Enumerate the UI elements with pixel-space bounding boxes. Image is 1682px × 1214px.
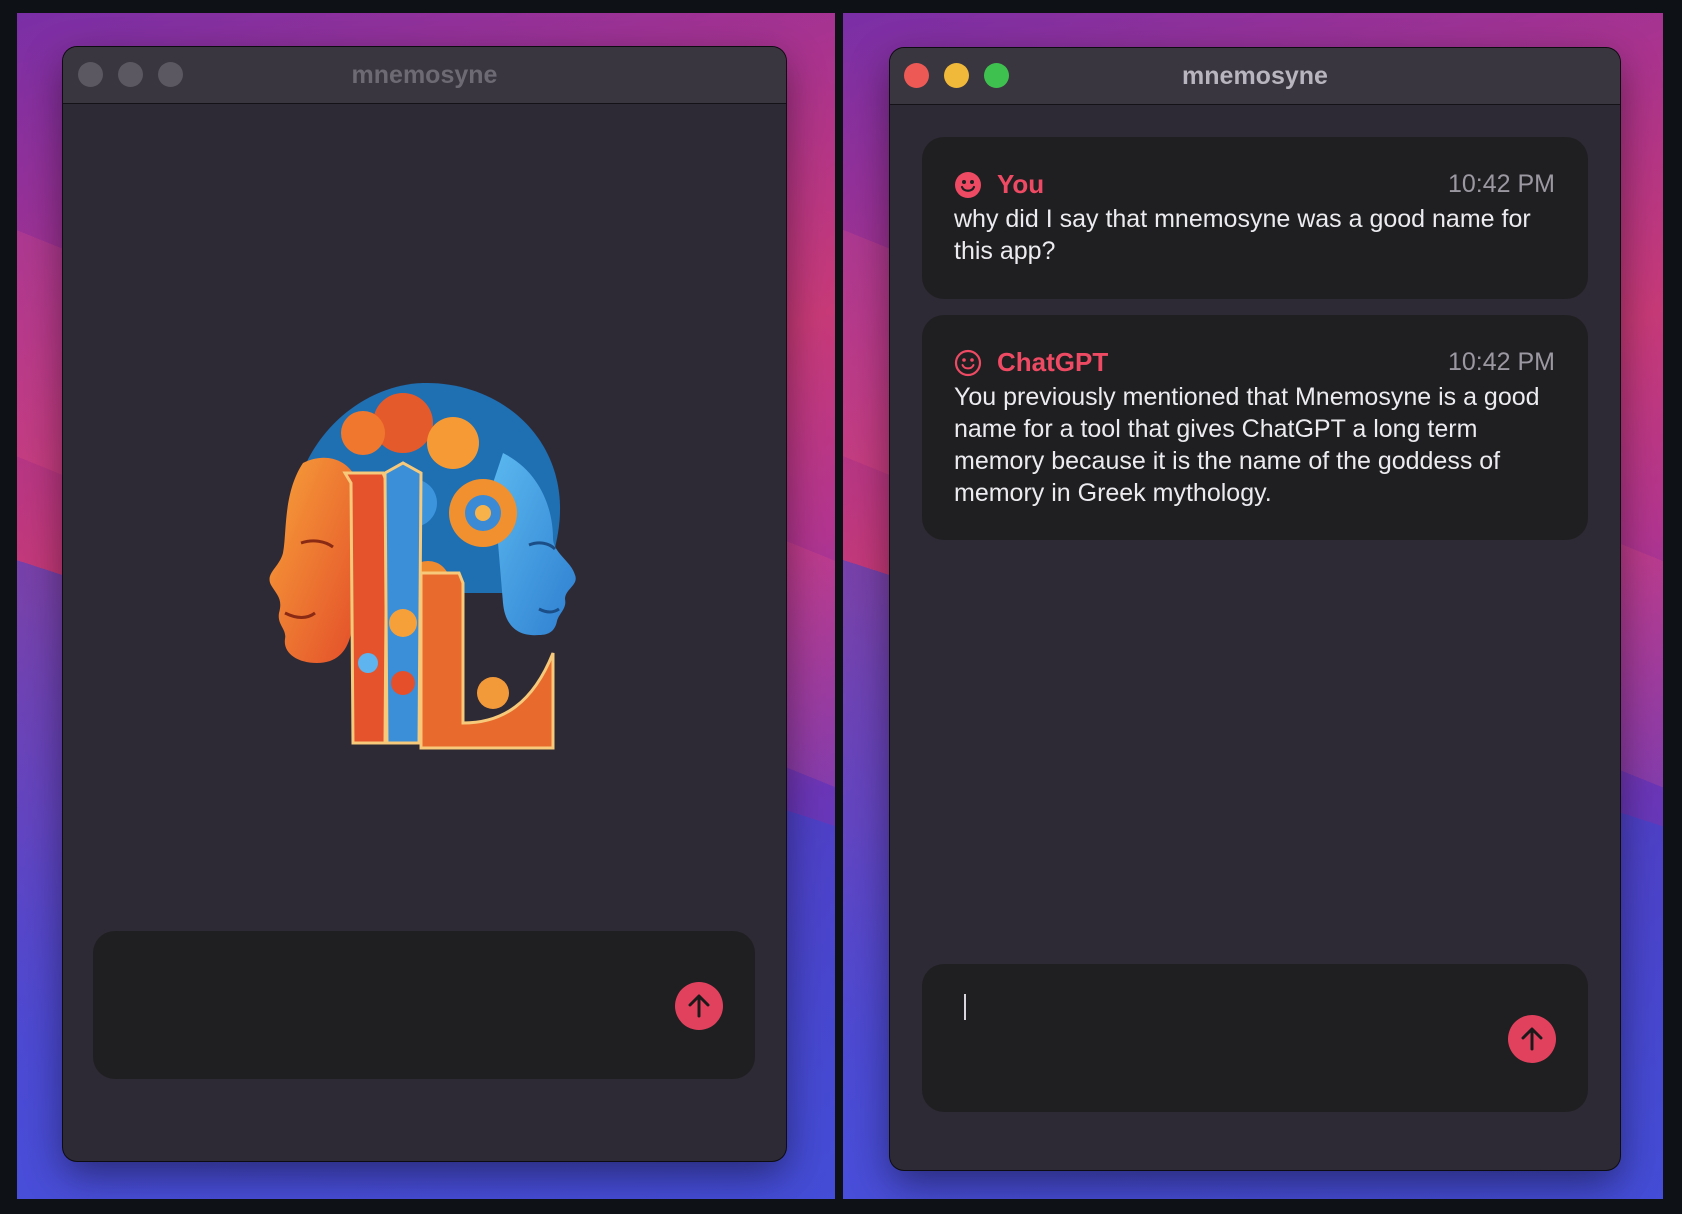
smiley-outline-icon	[954, 349, 982, 377]
message-text: You previously mentioned that Mnemosyne …	[954, 383, 1540, 507]
message-composer[interactable]	[922, 964, 1588, 1112]
title-bar: mnemosyne	[63, 47, 786, 104]
app-window-empty: mnemosyne	[63, 47, 786, 1161]
message-timestamp: 10:42 PM	[1447, 170, 1555, 198]
message-timestamp: 10:42 PM	[1447, 348, 1555, 376]
message-composer[interactable]	[93, 931, 755, 1079]
desktop-background-left: mnemosyne	[17, 13, 835, 1199]
send-button[interactable]	[675, 982, 723, 1030]
message-card-assistant: ChatGPT 10:42 PM You previously mentione…	[922, 315, 1588, 540]
arrow-up-icon	[688, 994, 710, 1018]
window-title: mnemosyne	[351, 61, 498, 89]
title-bar: mnemosyne	[890, 48, 1620, 105]
text-cursor	[964, 994, 966, 1020]
window-title: mnemosyne	[1182, 62, 1328, 90]
smiley-filled-icon	[955, 172, 981, 198]
app-window-chat: mnemosyne You 10:42 PM why did I say tha…	[890, 48, 1620, 1170]
send-button[interactable]	[1508, 1015, 1556, 1063]
message-text: why did I say that mnemosyne was a good …	[954, 205, 1531, 265]
arrow-up-icon	[1521, 1027, 1543, 1051]
message-sender: You	[997, 169, 1045, 199]
head-profiles-letter-l-logo	[269, 382, 576, 750]
message-sender: ChatGPT	[997, 347, 1109, 377]
message-card-user: You 10:42 PM why did I say that mnemosyn…	[922, 137, 1588, 299]
desktop-background-right: mnemosyne You 10:42 PM why did I say tha…	[843, 13, 1663, 1199]
